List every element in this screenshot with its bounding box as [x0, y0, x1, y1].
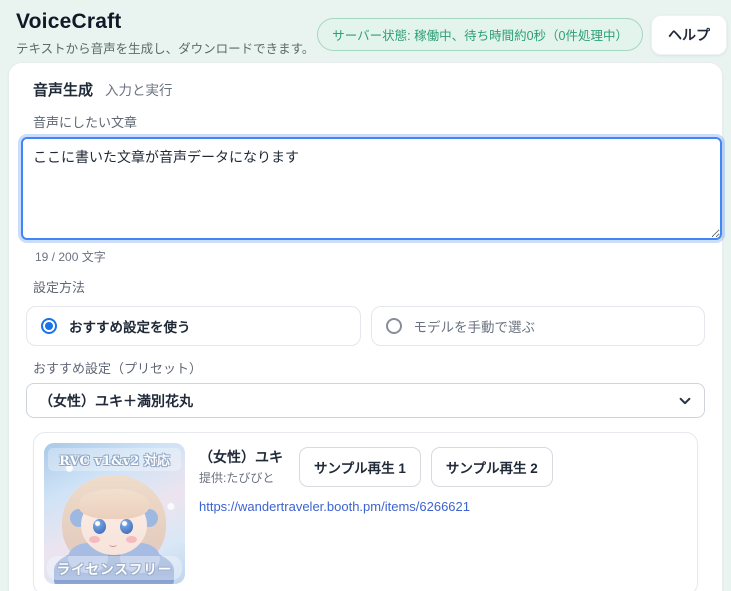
booth-link[interactable]: https://wandertraveler.booth.pm/items/62…: [199, 499, 687, 514]
preset-provider: 提供:たびびと: [199, 471, 275, 485]
app-subtitle: テキストから音声を生成し、ダウンロードできます。: [16, 42, 315, 56]
preset-label: おすすめ設定（プリセット）: [33, 361, 203, 376]
page-header: VoiceCraft テキストから音声を生成し、ダウンロードできます。 サーバー…: [0, 0, 731, 62]
app-title: VoiceCraft: [16, 10, 122, 33]
voice-text-input[interactable]: ここに書いた文章が音声データになります: [18, 134, 725, 243]
radio-selected-icon[interactable]: [41, 318, 57, 334]
illustration-bangs: [79, 489, 149, 519]
voice-generation-card: 音声生成 入力と実行 音声にしたい文章 ここに書いた文章が音声データになります …: [8, 62, 725, 591]
sample-play-2-button[interactable]: サンプル再生 2: [430, 447, 553, 487]
preset-select-value: （女性）ユキ＋満別花丸: [39, 392, 193, 409]
illustration-mouth: [109, 542, 117, 547]
chevron-down-icon: [679, 397, 691, 404]
option-label: おすすめ設定を使う: [69, 320, 191, 335]
method-options: おすすめ設定を使う モデルを手動で選ぶ: [26, 306, 705, 346]
image-banner-rvc: RVC v1&v2 対応: [48, 448, 181, 471]
section-subtitle: 入力と実行: [105, 83, 173, 98]
method-label: 設定方法: [33, 280, 86, 295]
preset-name: （女性）ユキ: [199, 449, 283, 465]
preset-name-block: （女性）ユキ 提供:たびびと: [199, 447, 285, 486]
help-button[interactable]: ヘルプ: [651, 15, 727, 55]
sample-play-1-button[interactable]: サンプル再生 1: [299, 447, 421, 487]
radio-unselected-icon[interactable]: [385, 318, 402, 334]
preset-top-row: （女性）ユキ 提供:たびびと サンプル再生 1 サンプル再生 2: [199, 447, 687, 487]
char-counter: 19 / 200 文字: [35, 250, 106, 264]
text-input-label: 音声にしたい文章: [33, 115, 138, 130]
header-titles: VoiceCraft テキストから音声を生成し、ダウンロードできます。: [16, 10, 314, 57]
illustration-blush-right: [126, 536, 137, 543]
server-status-badge: サーバー状態: 稼働中、待ち時間約0秒（0件処理中）: [317, 18, 643, 51]
sample-buttons: サンプル再生 1 サンプル再生 2: [299, 447, 553, 487]
section-title: 音声生成: [33, 82, 94, 99]
preset-select[interactable]: （女性）ユキ＋満別花丸: [26, 383, 705, 418]
image-banner-license: ライセンスフリー: [47, 556, 182, 580]
preset-model-image: RVC v1&v2 対応 ライセンスフリー: [44, 443, 185, 584]
illustration-blush-left: [89, 536, 100, 543]
option-manual-model[interactable]: モデルを手動で選ぶ: [370, 306, 705, 346]
illustration-eye-right: [120, 519, 133, 534]
preset-details: （女性）ユキ 提供:たびびと サンプル再生 1 サンプル再生 2 https:/…: [199, 443, 687, 584]
illustration-eye-left: [93, 519, 106, 534]
radio-dot: [45, 322, 53, 330]
section-header: 音声生成 入力と実行: [21, 77, 710, 100]
option-recommended-settings[interactable]: おすすめ設定を使う: [26, 306, 361, 346]
option-label: モデルを手動で選ぶ: [413, 320, 536, 335]
header-actions: サーバー状態: 稼働中、待ち時間約0秒（0件処理中） ヘルプ: [317, 10, 727, 55]
preset-info-card: RVC v1&v2 対応 ライセンスフリー （女性）ユキ 提供:たびびと サンプ…: [33, 432, 698, 591]
